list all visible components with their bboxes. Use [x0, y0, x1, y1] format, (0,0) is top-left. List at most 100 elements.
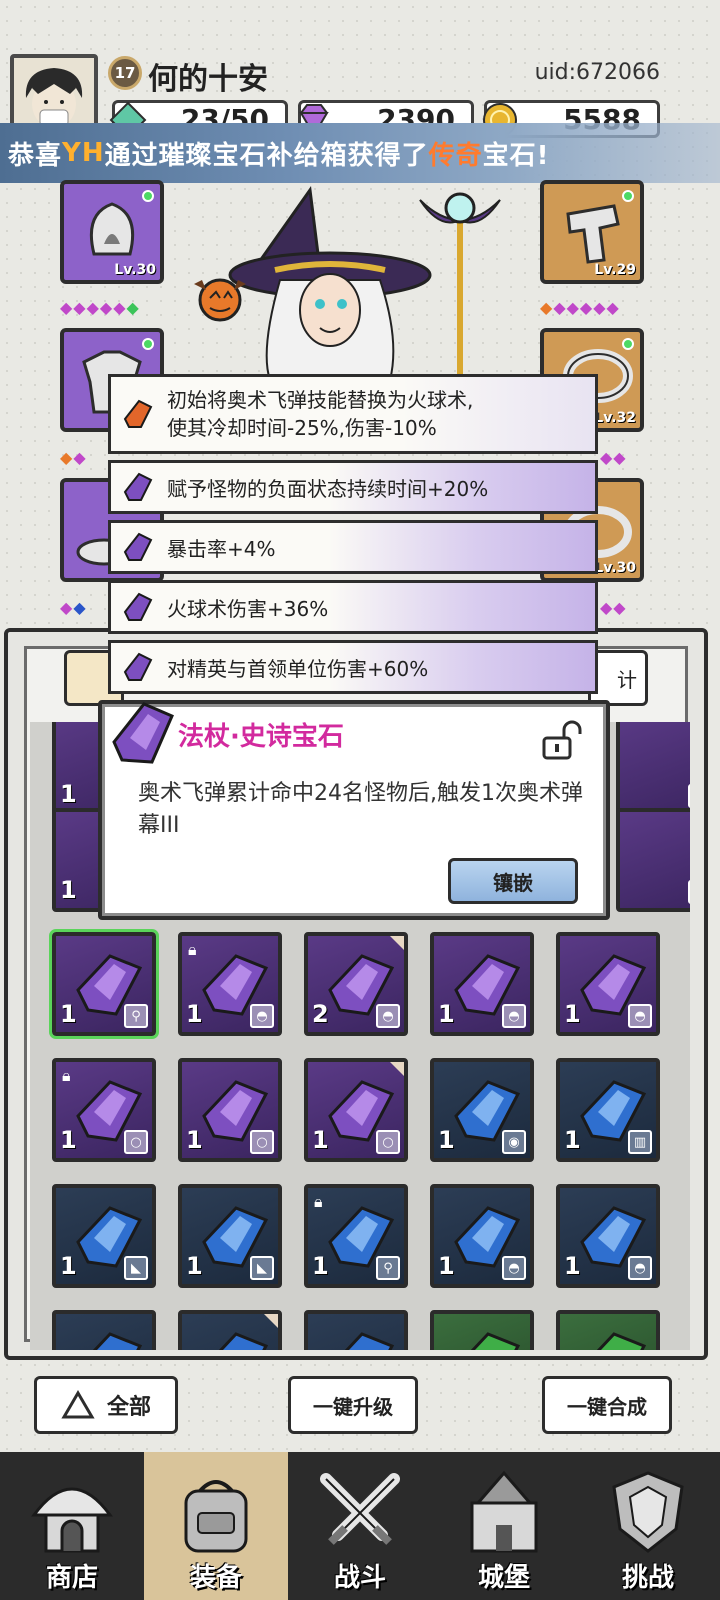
nav-equipment[interactable]: 装备: [144, 1452, 288, 1600]
gem-cell[interactable]: 1 ◓: [430, 1184, 534, 1288]
gem-count: 1: [186, 1252, 203, 1280]
gem-cell[interactable]: 🔒︎ 1 ⚲: [304, 1184, 408, 1288]
gem-count: 1: [564, 1252, 581, 1280]
unlock-icon[interactable]: [538, 718, 582, 762]
gem-count: 1: [312, 1252, 329, 1280]
gem-cell[interactable]: [178, 1310, 282, 1350]
gem-cell[interactable]: 1 ◣: [52, 1184, 156, 1288]
hat-type-icon: ◓: [376, 1004, 400, 1028]
purple-gem-icon: [123, 472, 153, 501]
gem-cell[interactable]: 1 ◉: [430, 1058, 534, 1162]
gem-count: 1: [60, 1252, 77, 1280]
gem-count: 1: [312, 1126, 329, 1154]
nav-label: 城堡: [477, 1563, 530, 1593]
equip-slot-gloves[interactable]: Lv.29: [540, 180, 644, 284]
new-corner-marker: [390, 936, 404, 950]
gem-cell[interactable]: [430, 1310, 534, 1350]
gem-count: 1: [60, 780, 77, 808]
tab-stats-label: 计: [617, 667, 637, 692]
affix-epic: 对精英与首领单位伤害+60%: [108, 640, 598, 694]
gem-cell[interactable]: ⚲: [616, 808, 690, 912]
nav-label: 商店: [45, 1563, 98, 1593]
ring-type-icon: ○: [250, 1130, 274, 1154]
gem-cell[interactable]: 1 ▥: [556, 1058, 660, 1162]
gem-cell[interactable]: 1 ◓: [556, 1184, 660, 1288]
equip-level: Lv.29: [594, 262, 636, 278]
filter-all-button[interactable]: 全部: [34, 1376, 178, 1434]
player-name: 何的十安: [148, 62, 268, 97]
gem-cell[interactable]: ◠: [616, 722, 690, 816]
rarity-pips-right-2: ◆◆: [600, 448, 627, 467]
gem-type-icon: ◠: [688, 784, 690, 808]
filter-all-label: 全部: [106, 1395, 151, 1420]
equip-level: Lv.30: [114, 262, 156, 278]
castle-tower-icon: [470, 1470, 538, 1553]
shop-hut-icon: [31, 1487, 113, 1553]
new-corner-marker: [390, 1062, 404, 1076]
merge-all-button[interactable]: 一键合成: [542, 1376, 672, 1434]
rarity-pips-left-3: ◆◆: [60, 598, 87, 617]
gem-cell[interactable]: [52, 1310, 156, 1350]
hat-type-icon: ◓: [250, 1004, 274, 1028]
upgrade-dot: [142, 190, 154, 202]
rarity-pips-right-3: ◆◆: [600, 598, 627, 617]
gem-cell[interactable]: 🔒︎ 1 ◓: [178, 932, 282, 1036]
affix-epic: 赋予怪物的负面状态持续时间+20%: [108, 460, 598, 514]
nav-label: 战斗: [333, 1563, 386, 1593]
gem-count: 1: [438, 1126, 455, 1154]
blue-crystal-icon: [344, 1332, 395, 1350]
gem-cell[interactable]: 2 ◓: [304, 932, 408, 1036]
gem-count: 1: [60, 876, 77, 904]
nav-label: 挑战: [621, 1563, 674, 1593]
rarity-pips-right-1: ◆◆◆◆◆◆: [540, 298, 620, 317]
gem-cell[interactable]: [556, 1310, 660, 1350]
inlay-button[interactable]: 镶嵌: [448, 858, 578, 904]
affix-epic: 火球术伤害+36%: [108, 580, 598, 634]
amulet-type-icon: ◉: [502, 1130, 526, 1154]
player-level-badge: 17: [108, 56, 142, 90]
gem-count: 1: [186, 1126, 203, 1154]
gem-count: 1: [186, 1000, 203, 1028]
upgrade-dot: [142, 338, 154, 350]
nav-shop[interactable]: 商店: [0, 1452, 144, 1600]
gem-cell[interactable]: 1 ○: [304, 1058, 408, 1162]
gem-cell[interactable]: 1 ○: [178, 1058, 282, 1162]
equip-level: Lv.30: [594, 560, 636, 576]
shield-crest-icon: [612, 1471, 684, 1553]
orange-gem-icon: [123, 399, 153, 428]
equip-level: Lv.32: [594, 410, 636, 426]
nav-battle[interactable]: 战斗: [288, 1452, 432, 1600]
gem-cell[interactable]: [304, 1310, 408, 1350]
equip-slot-hood[interactable]: Lv.30: [60, 180, 164, 284]
affix-text: 火球术伤害+36%: [167, 596, 329, 621]
gem-title: 法杖·史诗宝石: [178, 722, 344, 752]
announcement-ticker: 恭喜 YH 通过璀璨宝石补给箱获得了 传奇 宝石!: [0, 123, 720, 183]
armor-type-icon: ▥: [628, 1130, 652, 1154]
gem-cell[interactable]: 1 ◓: [556, 932, 660, 1036]
ticker-middle: 通过璀璨宝石补给箱获得了: [104, 140, 429, 171]
green-crystal-icon: [470, 1332, 521, 1350]
gem-cell-selected[interactable]: 1 ⚲: [49, 929, 159, 1039]
ring-type-icon: ○: [124, 1130, 148, 1154]
upgrade-all-button[interactable]: 一键升级: [288, 1376, 418, 1434]
gem-cell[interactable]: 🔒︎ 1 ○: [52, 1058, 156, 1162]
blue-crystal-icon: [92, 1332, 143, 1350]
hat-type-icon: ◓: [628, 1256, 652, 1280]
new-corner-marker: [264, 1314, 278, 1328]
gem-count: 1: [438, 1000, 455, 1028]
nav-challenge[interactable]: 挑战: [576, 1452, 720, 1600]
staff-type-icon: ⚲: [124, 1004, 148, 1028]
hat-type-icon: ◓: [502, 1256, 526, 1280]
nav-castle[interactable]: 城堡: [432, 1452, 576, 1600]
gem-cell[interactable]: 1 ◓: [430, 932, 534, 1036]
boots-type-icon: ◣: [250, 1256, 274, 1280]
gem-cell[interactable]: 1 ◣: [178, 1184, 282, 1288]
triangle-filter-icon: [61, 1390, 95, 1419]
gem-count: 1: [60, 1126, 77, 1154]
nav-label: 装备: [189, 1563, 242, 1593]
affix-text: 使其冷却时间-25%,伤害-10%: [167, 416, 437, 440]
affix-text: 初始将奥术飞弹技能替换为火球术,: [167, 388, 474, 412]
gem-count: 1: [60, 1000, 77, 1028]
hat-type-icon: ◓: [502, 1004, 526, 1028]
purple-gem-icon: [123, 592, 153, 621]
